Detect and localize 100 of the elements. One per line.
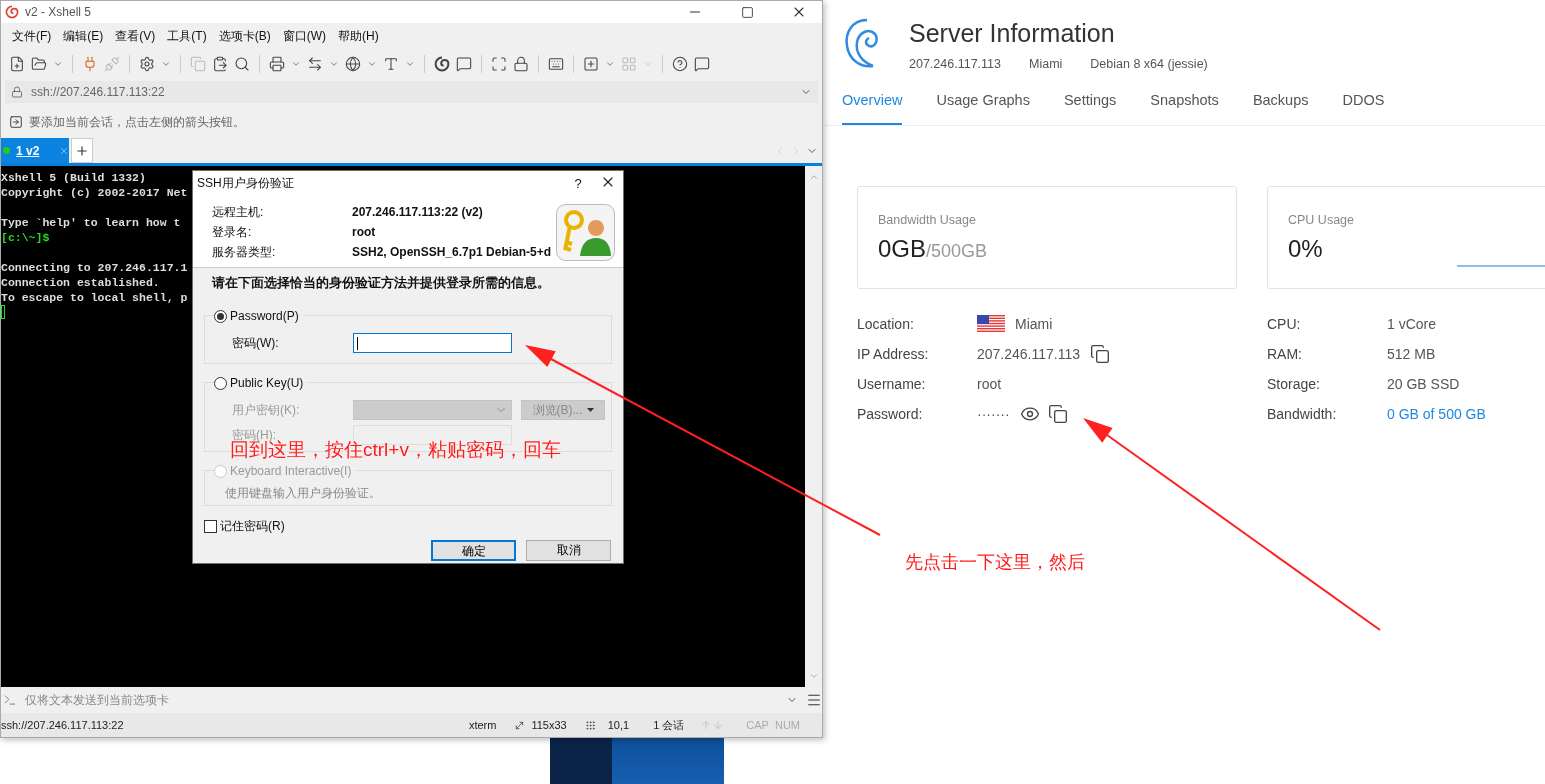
- menu-item[interactable]: 窗口(W): [277, 27, 331, 45]
- paste-icon[interactable]: [212, 56, 228, 72]
- card-unit: /500GB: [926, 241, 988, 262]
- swirl-icon[interactable]: [434, 56, 450, 72]
- menu-item[interactable]: 文件(F): [7, 27, 57, 45]
- page-tab[interactable]: Backups: [1252, 92, 1309, 125]
- plus-icon: [75, 143, 89, 158]
- menu-item[interactable]: 工具(T): [162, 27, 212, 45]
- help-button[interactable]: ?: [563, 176, 593, 191]
- maximize-icon[interactable]: [740, 5, 754, 19]
- detail-label: Storage:: [1267, 376, 1321, 392]
- detail-value: 512 MB: [1387, 346, 1436, 362]
- flag-icon: [977, 315, 1005, 333]
- info-value: root: [352, 225, 376, 239]
- caret-icon: [586, 408, 594, 412]
- server-meta: Miami: [1029, 57, 1063, 71]
- caret-icon[interactable]: [161, 59, 171, 69]
- caret-icon[interactable]: [329, 59, 339, 69]
- session-tab[interactable]: 1 v2: [1, 138, 69, 163]
- plug-icon[interactable]: [82, 56, 98, 72]
- globe-icon[interactable]: [345, 56, 361, 72]
- plus-square-icon[interactable]: [583, 56, 599, 72]
- hint-text: 要添加当前会话，点击左侧的箭头按钮。: [29, 113, 245, 131]
- info-value: 207.246.117.113:22 (v2): [352, 205, 483, 219]
- method-radio[interactable]: Public Key(U): [214, 374, 308, 392]
- detail-label: Password:: [857, 406, 924, 422]
- terminal-cursor: [1, 305, 5, 319]
- fullscreen-icon[interactable]: [491, 56, 507, 72]
- caret-icon[interactable]: [53, 59, 63, 69]
- terminal-line: To escape to local shell, p: [1, 290, 188, 305]
- page-tab[interactable]: Settings: [1063, 92, 1117, 125]
- detail-label: Bandwidth:: [1267, 406, 1338, 422]
- info-label: 服务器类型:: [212, 243, 277, 261]
- settings-icon[interactable]: [139, 56, 155, 72]
- page-tab[interactable]: Snapshots: [1150, 92, 1219, 125]
- keyboard-icon[interactable]: [548, 56, 564, 72]
- field-label: 用户密钥(K):: [232, 401, 301, 419]
- method-radio[interactable]: Password(P): [214, 307, 303, 325]
- caret-icon[interactable]: [291, 59, 301, 69]
- terminal-size: 115x33: [531, 719, 567, 731]
- lock-icon[interactable]: [513, 56, 529, 72]
- caret-icon[interactable]: [605, 59, 615, 69]
- folder-icon[interactable]: [31, 56, 47, 72]
- terminal-line: Copyright (c) 2002-2017 Net: [1, 185, 188, 200]
- font-icon[interactable]: [383, 56, 399, 72]
- dialog-button[interactable]: 确定: [431, 540, 516, 561]
- server-meta: 207.246.117.113: [909, 57, 1001, 71]
- chat-bubble-icon[interactable]: [456, 56, 472, 72]
- help-icon[interactable]: [672, 56, 688, 72]
- bandwidth-link[interactable]: 0 GB of 500 GB: [1387, 406, 1486, 422]
- menu-item[interactable]: 帮助(H): [333, 27, 384, 45]
- file-plus-icon[interactable]: [9, 56, 25, 72]
- page-tab[interactable]: Usage Graphs: [936, 92, 1030, 125]
- page-tab[interactable]: DDOS: [1342, 92, 1385, 125]
- copy-icon[interactable]: [1090, 344, 1111, 364]
- card-value: 0%: [1288, 235, 1323, 263]
- terminal-icon: [3, 693, 17, 707]
- detail-label: CPU:: [1267, 316, 1302, 332]
- key-user-icon: [556, 204, 615, 261]
- detail-value: ·······: [977, 406, 1010, 422]
- remember-checkbox[interactable]: 记住密码(R): [204, 518, 623, 534]
- card-label: Bandwidth Usage: [878, 213, 977, 227]
- menu-item[interactable]: 查看(V): [110, 27, 161, 45]
- annotation-text: 先点击一下这里，然后: [905, 551, 1085, 574]
- add-tab-button[interactable]: [71, 138, 93, 163]
- dialog-button[interactable]: 取消: [526, 540, 611, 561]
- cursor-position-icon: [584, 719, 596, 731]
- cursor-position: 10,1: [607, 719, 630, 731]
- caret-icon[interactable]: [367, 59, 377, 69]
- address-bar[interactable]: ssh://207.246.117.113:22: [5, 81, 818, 103]
- message-icon[interactable]: [694, 56, 710, 72]
- window-title: v2 - Xshell 5: [25, 5, 93, 19]
- status-address: ssh://207.246.117.113:22: [1, 719, 125, 731]
- server-meta: Debian 8 x64 (jessie): [1090, 57, 1208, 71]
- detail-value: 20 GB SSD: [1387, 376, 1460, 392]
- field-label: 密码(W):: [232, 334, 280, 352]
- menu-item[interactable]: 选项卡(B): [213, 27, 276, 45]
- add-session-icon[interactable]: [9, 115, 23, 129]
- transfer-icon[interactable]: [307, 56, 323, 72]
- printer-icon[interactable]: [269, 56, 285, 72]
- info-label: 登录名:: [212, 223, 253, 241]
- search-icon[interactable]: [234, 56, 250, 72]
- detail-value: 1 vCore: [1387, 316, 1437, 332]
- menu-item[interactable]: 编辑(E): [58, 27, 109, 45]
- terminal-line: Connecting to 207.246.117.1: [1, 260, 188, 275]
- menu-icon[interactable]: [806, 692, 822, 708]
- detail-value: Miami: [1015, 316, 1053, 332]
- card-value: 0GB: [878, 235, 927, 263]
- password-field[interactable]: [353, 333, 512, 353]
- key-lock-indicator: CAP: [746, 719, 769, 731]
- terminal-line: Type `help' to learn how t: [1, 215, 181, 230]
- detail-label: IP Address:: [857, 346, 930, 362]
- detail-value: root: [977, 376, 1002, 392]
- terminal-line: Connection established.: [1, 275, 160, 290]
- app-logo[interactable]: [5, 5, 19, 19]
- copy-icon[interactable]: [1047, 404, 1068, 424]
- page-tab[interactable]: Overview: [842, 92, 903, 125]
- session-count: 1 会话: [653, 717, 685, 733]
- detail-value: 207.246.117.113: [977, 346, 1081, 362]
- caret-icon[interactable]: [405, 59, 415, 69]
